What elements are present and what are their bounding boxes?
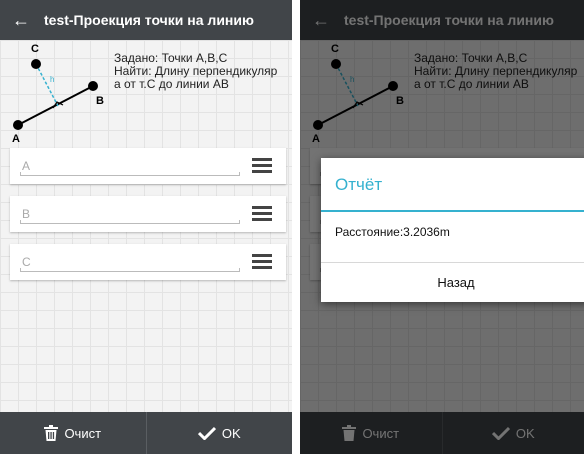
label-b: B	[96, 95, 104, 107]
checkmark-icon	[197, 426, 216, 440]
input-underline	[20, 220, 240, 224]
input-underline	[20, 268, 240, 272]
clear-button[interactable]: Очист	[0, 412, 146, 454]
input-screen: ← test-Проекция точки на линию A B C h З…	[0, 0, 292, 454]
task-description: Задано: Точки А,В,С Найти: Длину перпенд…	[114, 52, 277, 91]
point-a-placeholder: A	[22, 159, 31, 173]
bottom-bar: Очист OK	[0, 412, 292, 454]
back-button[interactable]: Назад	[321, 263, 584, 302]
trash-icon	[44, 425, 59, 441]
point-a-field[interactable]: A	[10, 148, 286, 184]
point-c-placeholder: C	[22, 255, 31, 269]
result-screen: ← test-Проекция точки на линию A B C h З…	[300, 0, 584, 454]
app-title: test-Проекция точки на линию	[44, 12, 254, 28]
label-a: A	[12, 133, 20, 145]
report-dialog: Отчёт Расстояние:3.2036m Назад	[321, 158, 584, 302]
ok-label: OK	[221, 425, 241, 441]
point-b-placeholder: B	[22, 207, 31, 221]
point-b-field[interactable]: B	[10, 196, 286, 232]
input-underline	[20, 172, 240, 176]
clear-label: Очист	[64, 425, 102, 441]
distance-result: Расстояние:3.2036m	[335, 225, 450, 239]
list-icon[interactable]	[252, 206, 272, 222]
point-c	[31, 59, 41, 69]
point-b	[88, 81, 98, 91]
line-ab	[17, 85, 94, 126]
task-find-line2: а от т.С до линии АВ	[114, 77, 229, 91]
back-arrow-icon[interactable]: ←	[12, 10, 34, 31]
ok-button[interactable]: OK	[147, 412, 293, 454]
app-bar: ← test-Проекция точки на линию	[0, 0, 292, 40]
dialog-title-divider	[321, 210, 584, 212]
geometry-diagram: A B C h	[12, 43, 104, 145]
perpendicular-line	[35, 63, 59, 107]
point-c-field[interactable]: C	[10, 244, 286, 280]
list-icon[interactable]	[252, 158, 272, 174]
label-h: h	[50, 75, 54, 84]
list-icon[interactable]	[252, 254, 272, 270]
point-a	[13, 120, 23, 130]
label-c: C	[31, 43, 39, 55]
dialog-title: Отчёт	[335, 175, 383, 194]
